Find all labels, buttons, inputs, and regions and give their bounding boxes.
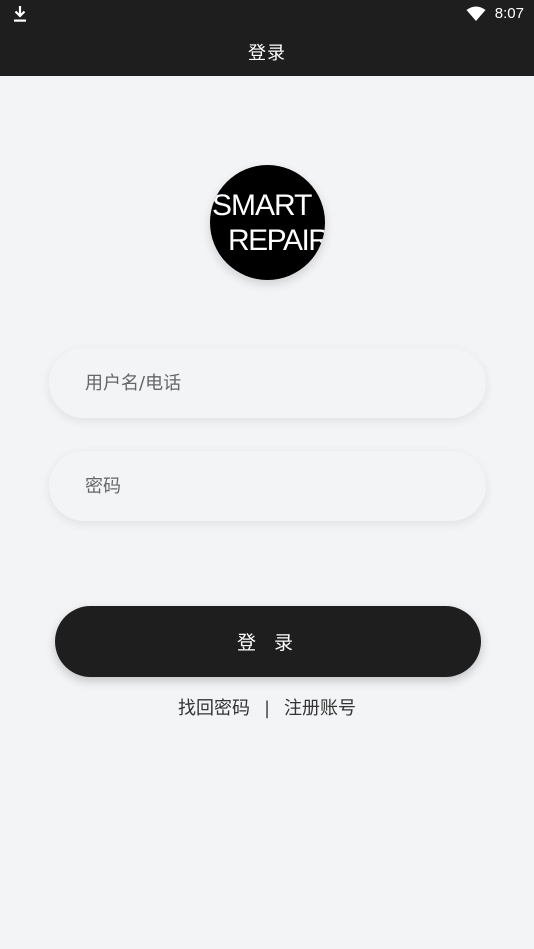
username-input[interactable]	[49, 348, 486, 418]
account-links: 找回密码 | 注册账号	[0, 694, 534, 720]
status-bar: 8:07	[0, 0, 534, 28]
app-logo: SMART REPAIR	[210, 165, 325, 280]
status-time: 8:07	[494, 5, 524, 22]
link-separator: |	[263, 698, 271, 719]
logo-text-line2: REPAIR	[228, 224, 325, 257]
register-link[interactable]: 注册账号	[284, 694, 356, 720]
logo-text-line1: SMART	[212, 189, 312, 222]
page-title: 登录	[248, 43, 286, 64]
forgot-password-link[interactable]: 找回密码	[178, 694, 250, 720]
password-input[interactable]	[49, 451, 486, 521]
app-bar: 登录	[0, 28, 534, 76]
wifi-icon	[466, 6, 486, 21]
login-button[interactable]: 登 录	[55, 606, 481, 677]
download-icon	[14, 6, 26, 22]
